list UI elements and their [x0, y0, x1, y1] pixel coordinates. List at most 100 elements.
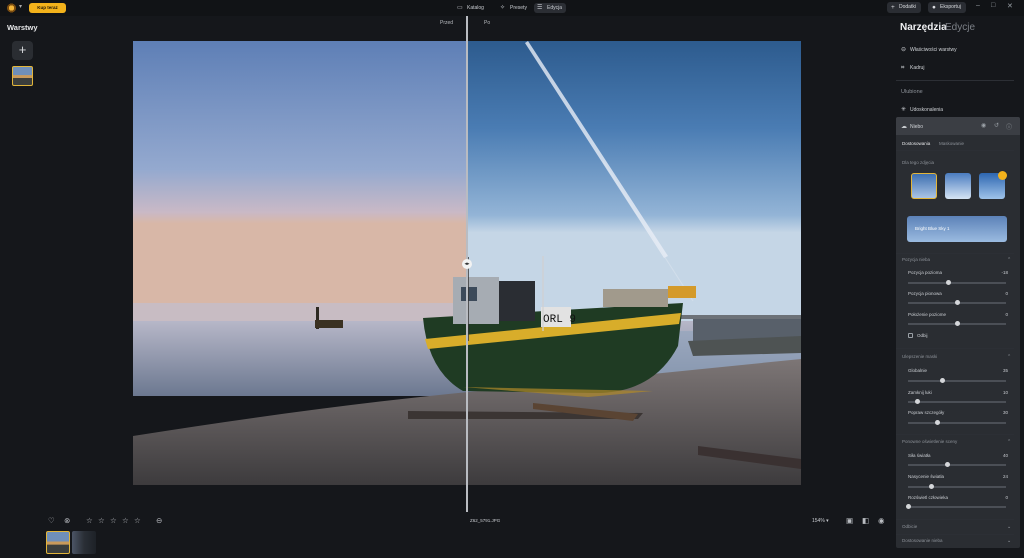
layer-thumbnail[interactable]: [12, 66, 33, 86]
slider-knob[interactable]: [944, 462, 950, 468]
divider: [896, 150, 1014, 151]
slider-label: Zamknij luki: [908, 390, 932, 395]
preview-eye-icon[interactable]: ◉: [878, 516, 885, 525]
filmstrip-thumb[interactable]: [46, 531, 70, 554]
compare-view-icon[interactable]: ◧: [862, 516, 869, 525]
undo-icon[interactable]: ↺: [994, 122, 999, 129]
divider: [896, 348, 1014, 349]
divider: [896, 253, 1014, 254]
relight-section[interactable]: Ponowne oświetlenie sceny: [902, 439, 957, 444]
minimize-icon[interactable]: –: [976, 2, 980, 9]
divider: [896, 519, 1014, 520]
subtab-adjustments[interactable]: Dostosowania: [902, 141, 930, 146]
item-label: Udoskonalenia: [910, 107, 944, 113]
filmstrip-thumb[interactable]: [72, 531, 96, 554]
divider: [896, 534, 1014, 535]
slider-value: 10: [1002, 390, 1008, 395]
more-icon[interactable]: ⊖: [156, 516, 162, 525]
enhance-item[interactable]: ✳ Udoskonalenia: [901, 106, 943, 113]
reflection-section[interactable]: Odbicie: [902, 524, 917, 529]
star-4-icon[interactable]: ☆: [122, 516, 129, 525]
item-label: Niebo: [910, 124, 924, 130]
heart-icon[interactable]: ♡: [48, 516, 55, 525]
layer-properties-icon: ⊖: [901, 47, 907, 53]
info-icon[interactable]: ⓘ: [1006, 122, 1012, 131]
app-logo-icon[interactable]: [6, 3, 17, 13]
tab-label: Edycja: [547, 5, 563, 11]
star-3-icon[interactable]: ☆: [110, 516, 117, 525]
slider-track[interactable]: [908, 282, 1006, 284]
single-view-icon[interactable]: ▣: [846, 516, 853, 525]
maximize-icon[interactable]: □: [991, 2, 995, 9]
slider-track[interactable]: [908, 380, 1006, 382]
slider-knob[interactable]: [945, 280, 951, 286]
flip-label: Odbij: [917, 333, 928, 338]
tab-presets[interactable]: ✧ Presety: [497, 3, 531, 13]
sky-preset-thumb[interactable]: [945, 173, 971, 199]
for-this-photo-label: Dla tego zdjęcia: [902, 160, 935, 165]
close-icon[interactable]: ✕: [1007, 2, 1013, 10]
sky-preset-thumb[interactable]: [911, 173, 937, 199]
star-2-icon[interactable]: ☆: [98, 516, 105, 525]
sky-position-section[interactable]: Pozycja nieba: [902, 257, 930, 262]
chevron-down-icon[interactable]: ⌄: [1007, 524, 1011, 530]
tab-catalog[interactable]: ▭ Katalog: [454, 3, 488, 13]
addons-label: Dodatki: [899, 4, 916, 10]
slider-label: Pozycja pozioma: [908, 270, 943, 275]
edit-icon: ☰: [537, 5, 543, 11]
slider-label: Popraw szczegóły: [908, 410, 945, 415]
reject-icon[interactable]: ⊗: [64, 516, 70, 525]
slider-knob[interactable]: [905, 504, 911, 510]
slider-knob[interactable]: [954, 321, 960, 327]
slider-track[interactable]: [908, 464, 1006, 466]
divider: [896, 80, 1014, 81]
layer-properties-item[interactable]: ⊖ Właściwości warstwy: [901, 46, 957, 53]
chevron-up-icon[interactable]: ⌃: [1007, 257, 1011, 263]
slider-knob[interactable]: [939, 378, 945, 384]
sky-adjust-section[interactable]: Dostosowanie nieba: [902, 538, 943, 543]
flip-checkbox[interactable]: [908, 333, 913, 338]
zoom-level[interactable]: 154% ▾: [812, 518, 829, 524]
item-label: Właściwości warstwy: [910, 47, 957, 53]
slider-track[interactable]: [908, 422, 1006, 424]
tab-edits[interactable]: Edycje: [945, 22, 975, 33]
slider-knob[interactable]: [954, 300, 960, 306]
slider-track[interactable]: [908, 506, 1006, 508]
mask-refine-section[interactable]: Ulepszenie maski: [902, 354, 937, 359]
svg-text:ORL 9: ORL 9: [543, 314, 576, 326]
addons-button[interactable]: + Dodatki: [887, 2, 921, 13]
subtab-masking[interactable]: Maskowanie: [939, 141, 964, 146]
file-name: Z62_5791.JPG: [470, 518, 501, 523]
buy-now-button[interactable]: Kup teraz: [29, 3, 66, 13]
crop-item[interactable]: ⌗ Kadruj: [901, 65, 924, 72]
slider-label: Nasycenie światła: [908, 474, 945, 479]
sky-preset-banner[interactable]: Bright Blue Sky 1: [907, 216, 1007, 242]
export-label: Eksportuj: [940, 4, 961, 10]
chevron-up-icon[interactable]: ⌃: [1007, 439, 1011, 445]
tab-edit[interactable]: ☰ Edycja: [534, 3, 567, 13]
add-layer-button[interactable]: +: [12, 41, 33, 60]
slider-label: Globalnie: [908, 368, 928, 373]
tab-tools[interactable]: Narzędzia: [900, 22, 947, 33]
slider-track[interactable]: [908, 401, 1006, 403]
favorites-label: Ulubione: [901, 89, 923, 95]
chevron-down-icon[interactable]: ⌄: [1007, 538, 1011, 544]
cloud-icon: ☁: [901, 124, 907, 130]
item-label: Kadruj: [910, 65, 925, 71]
visibility-icon[interactable]: ◉: [981, 122, 986, 129]
slider-label: Siła światła: [908, 453, 931, 458]
split-handle-icon[interactable]: ◂▸: [462, 259, 472, 269]
chevron-down-icon[interactable]: ▾: [19, 3, 22, 10]
slider-value: 0: [1005, 495, 1008, 500]
slider-value: 0: [1005, 312, 1008, 317]
chevron-up-icon[interactable]: ⌃: [1007, 354, 1011, 360]
slider-label: Położenie poziome: [908, 312, 947, 317]
sky-title: ☁ Niebo: [901, 123, 923, 130]
export-button[interactable]: ● Eksportuj: [928, 2, 966, 13]
slider-track[interactable]: [908, 486, 1006, 488]
divider: [896, 434, 1014, 435]
before-label: Przed: [440, 20, 454, 26]
tab-label: Presety: [510, 5, 527, 11]
star-1-icon[interactable]: ☆: [86, 516, 93, 525]
star-5-icon[interactable]: ☆: [134, 516, 141, 525]
